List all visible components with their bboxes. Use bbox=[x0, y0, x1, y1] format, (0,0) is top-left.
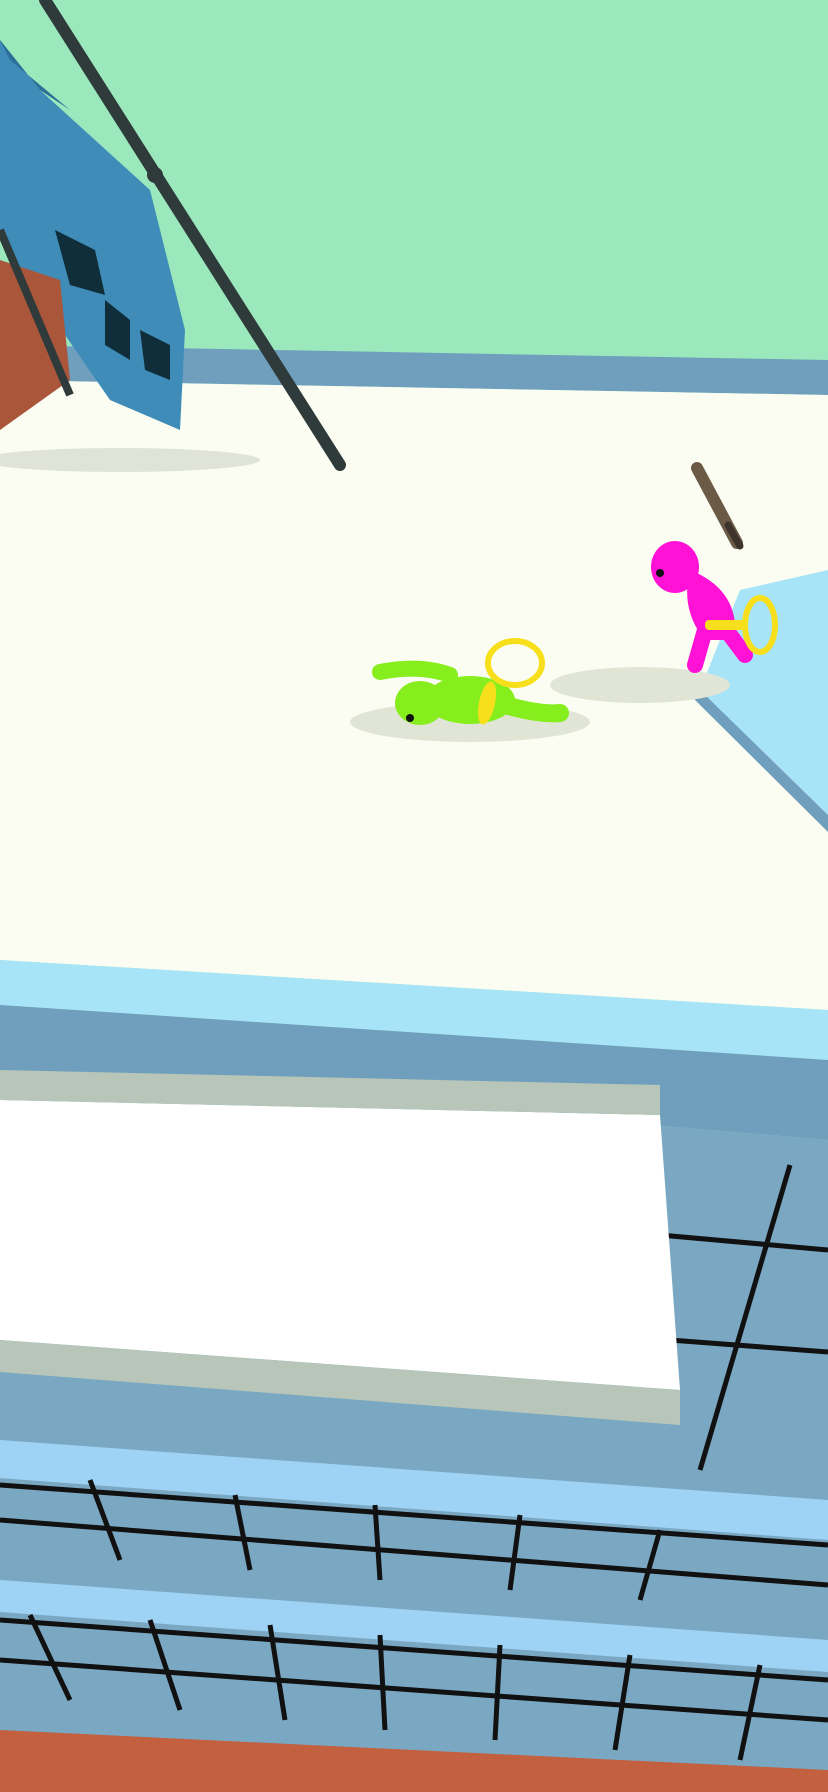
sign-board bbox=[0, 1100, 680, 1390]
magenta-character-shadow bbox=[550, 667, 730, 703]
magenta-leg bbox=[687, 622, 713, 673]
green-eye bbox=[406, 714, 414, 722]
magenta-belt bbox=[705, 620, 747, 630]
magenta-eye bbox=[656, 569, 664, 577]
green-arm bbox=[372, 660, 458, 683]
green-leg bbox=[496, 696, 569, 723]
rotor-hub bbox=[147, 167, 163, 183]
game-scene bbox=[0, 0, 828, 1792]
